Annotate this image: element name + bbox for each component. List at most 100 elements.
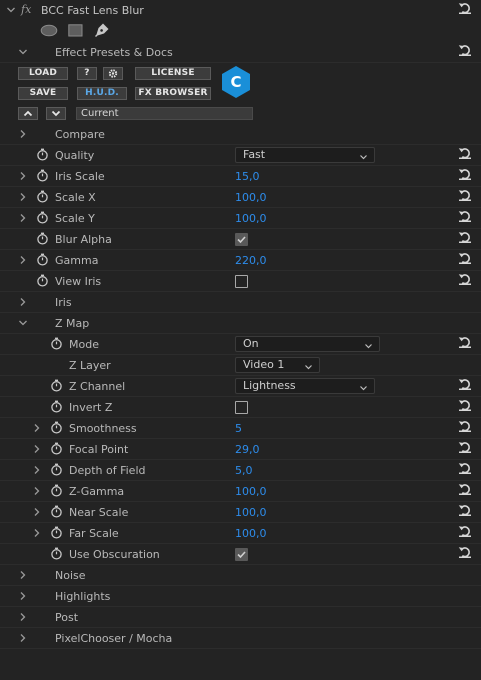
chevron-right-icon[interactable] [18,171,28,181]
blur-alpha-checkbox[interactable] [235,233,248,246]
gear-icon [107,68,119,83]
help-button[interactable]: ? [77,67,97,80]
stopwatch-icon[interactable] [50,526,63,539]
stopwatch-icon[interactable] [36,253,49,266]
chevron-right-icon[interactable] [32,465,42,475]
reset-icon[interactable] [458,167,472,181]
stopwatch-icon[interactable] [50,484,63,497]
ellipse-mask-icon[interactable] [40,24,58,40]
reset-icon[interactable] [458,146,472,160]
stopwatch-icon[interactable] [36,274,49,287]
reset-icon[interactable] [458,524,472,538]
scale-x-value[interactable]: 100,0 [235,191,267,205]
reset-icon[interactable] [458,419,472,433]
stopwatch-icon[interactable] [50,442,63,455]
invert-z-checkbox[interactable] [235,401,248,414]
stopwatch-icon[interactable] [50,400,63,413]
z-layer-dropdown[interactable]: Video 1 [235,357,320,373]
preset-up-button[interactable] [18,107,38,120]
chevron-down-icon[interactable] [6,5,16,15]
pixelchooser-group-row[interactable]: PixelChooser / Mocha [0,628,481,649]
chevron-right-icon[interactable] [18,612,28,622]
chevron-right-icon[interactable] [32,528,42,538]
stopwatch-icon[interactable] [50,337,63,350]
reset-icon[interactable] [458,43,472,57]
focal-point-value[interactable]: 29,0 [235,443,260,457]
reset-icon[interactable] [458,272,472,286]
rectangle-mask-icon[interactable] [68,24,83,40]
chevron-right-icon[interactable] [32,486,42,496]
zmap-group-row[interactable]: Z Map [0,313,481,334]
load-button[interactable]: LOAD [18,67,68,80]
view-iris-checkbox[interactable] [235,275,248,288]
stopwatch-icon[interactable] [36,232,49,245]
current-preset-field[interactable]: Current [76,107,253,120]
reset-icon[interactable] [458,377,472,391]
reset-icon[interactable] [458,545,472,559]
chevron-right-icon[interactable] [18,570,28,580]
chevron-right-icon[interactable] [18,633,28,643]
reset-icon[interactable] [458,398,472,412]
reset-icon[interactable] [458,1,472,15]
z-channel-dropdown[interactable]: Lightness [235,378,375,394]
chevron-right-icon[interactable] [18,255,28,265]
save-button[interactable]: SAVE [18,87,68,100]
chevron-right-icon[interactable] [18,591,28,601]
pen-mask-icon[interactable] [94,22,110,41]
chevron-down-icon[interactable] [18,47,28,57]
reset-icon[interactable] [458,503,472,517]
fx-toggle-icon[interactable]: fx [21,3,31,17]
highlights-group-row[interactable]: Highlights [0,586,481,607]
iris-scale-row: Iris Scale 15,0 [0,166,481,187]
z-gamma-value[interactable]: 100,0 [235,485,267,499]
reset-icon[interactable] [458,251,472,265]
noise-group-row[interactable]: Noise [0,565,481,586]
reset-icon[interactable] [458,230,472,244]
preset-down-button[interactable] [46,107,66,120]
reset-icon[interactable] [458,209,472,223]
iris-scale-value[interactable]: 15,0 [235,170,260,184]
near-scale-value[interactable]: 100,0 [235,506,267,520]
fx-browser-button[interactable]: FX BROWSER [135,87,211,100]
reset-icon[interactable] [458,440,472,454]
iris-group-row[interactable]: Iris [0,292,481,313]
smoothness-value[interactable]: 5 [235,422,242,436]
reset-icon[interactable] [458,335,472,349]
mode-dropdown[interactable]: On [235,336,380,352]
presets-group-row[interactable]: Effect Presets & Docs [0,42,481,63]
reset-icon[interactable] [458,461,472,475]
stopwatch-icon[interactable] [36,190,49,203]
chevron-down-icon[interactable] [18,318,28,328]
stopwatch-icon[interactable] [50,505,63,518]
stopwatch-icon[interactable] [50,379,63,392]
gamma-value[interactable]: 220,0 [235,254,267,268]
effect-name[interactable]: BCC Fast Lens Blur [41,4,144,18]
quality-dropdown[interactable]: Fast [235,147,375,163]
compare-group-row[interactable]: Compare [0,124,481,145]
presets-panel: LOAD ? LICENSE SAVE H.U.D. FX BROWSER C … [0,63,481,123]
use-obscuration-checkbox[interactable] [235,548,248,561]
far-scale-value[interactable]: 100,0 [235,527,267,541]
stopwatch-icon[interactable] [50,547,63,560]
stopwatch-icon[interactable] [50,463,63,476]
reset-icon[interactable] [458,482,472,496]
hud-button[interactable]: H.U.D. [77,87,127,100]
chevron-right-icon[interactable] [18,129,28,139]
license-button[interactable]: LICENSE [135,67,211,80]
post-group-row[interactable]: Post [0,607,481,628]
reset-icon[interactable] [458,188,472,202]
chevron-right-icon[interactable] [32,444,42,454]
arrow-down-icon [51,109,61,122]
chevron-right-icon[interactable] [32,507,42,517]
settings-button[interactable] [103,67,123,80]
stopwatch-icon[interactable] [36,211,49,224]
chevron-right-icon[interactable] [18,213,28,223]
stopwatch-icon[interactable] [36,148,49,161]
depth-of-field-value[interactable]: 5,0 [235,464,253,478]
stopwatch-icon[interactable] [50,421,63,434]
stopwatch-icon[interactable] [36,169,49,182]
chevron-right-icon[interactable] [18,192,28,202]
chevron-right-icon[interactable] [18,297,28,307]
chevron-right-icon[interactable] [32,423,42,433]
scale-y-value[interactable]: 100,0 [235,212,267,226]
